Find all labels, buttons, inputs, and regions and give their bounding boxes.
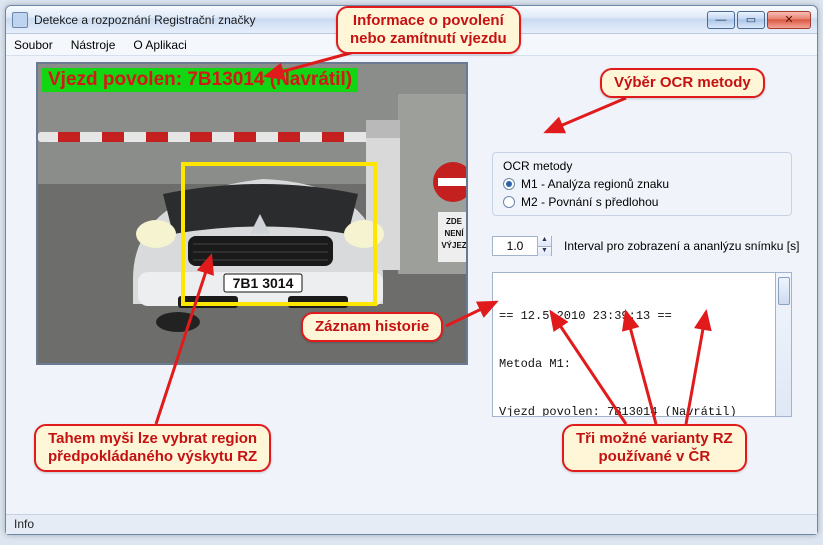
status-text: Info — [14, 517, 34, 531]
ocr-m2-label: M2 - Povnání s předlohou — [521, 195, 658, 209]
callout-variants: Tři možné varianty RZpoužívané v ČR — [562, 424, 747, 472]
menu-o-aplikaci[interactable]: O Aplikaci — [133, 38, 186, 52]
menu-soubor[interactable]: Soubor — [14, 38, 53, 52]
close-button[interactable]: ✕ — [767, 11, 811, 29]
history-log[interactable]: == 12.5.2010 23:39:13 == Metoda M1: Vjez… — [492, 272, 792, 417]
statusbar: Info — [6, 514, 817, 534]
menu-nastroje[interactable]: Nástroje — [71, 38, 116, 52]
callout-ocr: Výběr OCR metody — [600, 68, 765, 98]
callout-region: Tahem myši lze vybrat regionpředpokládan… — [34, 424, 271, 472]
scroll-thumb[interactable] — [778, 277, 790, 305]
interval-spinner[interactable]: ▲ ▼ — [492, 236, 552, 256]
log-scrollbar[interactable] — [775, 272, 792, 417]
log-line: == 12.5.2010 23:39:13 == — [499, 308, 785, 324]
app-window: Detekce a rozpoznání Registrační značky … — [5, 5, 818, 535]
minimize-button[interactable]: — — [707, 11, 735, 29]
interval-input[interactable] — [493, 238, 537, 254]
spinner-down[interactable]: ▼ — [537, 246, 551, 256]
radio-m1[interactable] — [503, 178, 515, 190]
svg-text:VÝJEZ: VÝJEZ — [441, 241, 466, 250]
svg-text:ZDE: ZDE — [446, 217, 463, 226]
svg-text:NENÍ: NENÍ — [444, 229, 464, 238]
interval-label: Interval pro zobrazení a ananlýzu snímku… — [564, 239, 799, 253]
spinner-up[interactable]: ▲ — [537, 236, 551, 246]
radio-m2[interactable] — [503, 196, 515, 208]
log-line: Vjezd povolen: 7B13014 (Navrátil) — [499, 404, 785, 417]
ocr-m2-row[interactable]: M2 - Povnání s předlohou — [503, 195, 781, 209]
ocr-methods-group: OCR metody M1 - Analýza regionů znaku M2… — [492, 152, 792, 216]
callout-history: Záznam historie — [301, 312, 443, 342]
callout-entry-info: Informace o povolenínebo zamítnutí vjezd… — [336, 6, 521, 54]
log-line: Metoda M1: — [499, 356, 785, 372]
maximize-button[interactable]: ▭ — [737, 11, 765, 29]
ocr-legend: OCR metody — [503, 159, 572, 173]
app-icon — [12, 12, 28, 28]
window-controls: — ▭ ✕ — [707, 11, 811, 29]
entry-status-overlay: Vjezd povolen: 7B13014 (Navrátil) — [42, 68, 358, 92]
svg-text:7B1 3014: 7B1 3014 — [233, 275, 294, 291]
license-plate: 7B1 3014 — [224, 274, 302, 292]
ocr-m1-label: M1 - Analýza regionů znaku — [521, 177, 669, 191]
ocr-m1-row[interactable]: M1 - Analýza regionů znaku — [503, 177, 781, 191]
interval-row: ▲ ▼ Interval pro zobrazení a ananlýzu sn… — [492, 236, 799, 256]
